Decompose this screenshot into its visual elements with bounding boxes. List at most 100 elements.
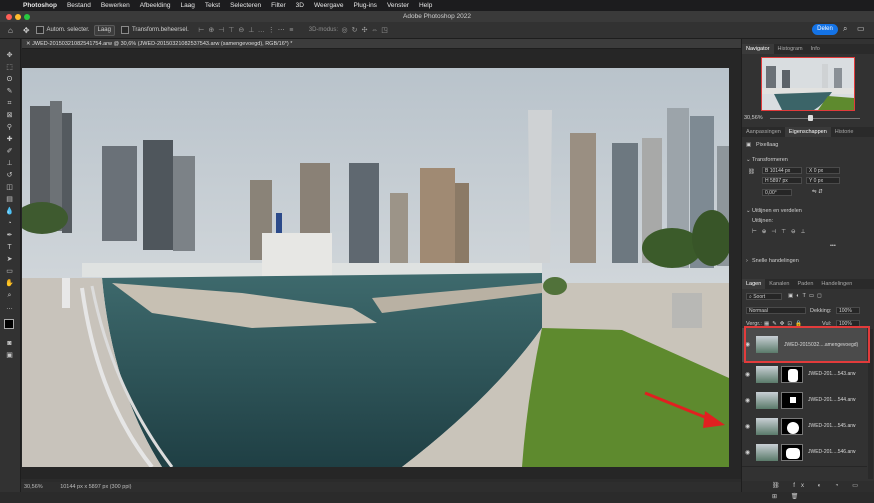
- menu-plugins[interactable]: Plug-ins: [348, 2, 381, 9]
- tab-actions[interactable]: Handelingen: [817, 279, 856, 289]
- section-align[interactable]: Uitlijnen en verdelen: [752, 208, 802, 214]
- menu-laag[interactable]: Laag: [175, 2, 199, 9]
- x-field[interactable]: X 0 px: [806, 167, 840, 174]
- share-button[interactable]: Delen: [812, 24, 838, 35]
- layer-row[interactable]: ◉ JWED-201....546.arw: [742, 440, 867, 467]
- tab-properties[interactable]: Eigenschappen: [784, 127, 831, 137]
- search-icon[interactable]: ⌕: [843, 24, 847, 34]
- crop-tool-icon[interactable]: ⌗: [4, 99, 15, 109]
- eraser-tool-icon[interactable]: ◫: [4, 183, 15, 193]
- link-icon[interactable]: ⛓: [748, 169, 755, 175]
- gradient-tool-icon[interactable]: ▤: [4, 195, 15, 205]
- auto-select-checkbox[interactable]: [35, 26, 44, 34]
- canvas-image[interactable]: [22, 68, 729, 467]
- tab-histogram[interactable]: Histogram: [774, 44, 807, 54]
- lasso-tool-icon[interactable]: ʘ: [4, 75, 15, 85]
- document-tab[interactable]: ✕ JWED-20150321082541754.arw @ 30,6% (JW…: [22, 39, 742, 49]
- menu-help[interactable]: Help: [414, 2, 437, 9]
- foreground-color-swatch[interactable]: [4, 319, 14, 329]
- menu-3d[interactable]: 3D: [291, 2, 309, 9]
- navigator-zoom-slider[interactable]: [770, 118, 860, 119]
- navigator-preview[interactable]: [761, 57, 855, 111]
- stamp-tool-icon[interactable]: ⊥: [4, 159, 15, 169]
- pen-tool-icon[interactable]: ✒: [4, 231, 15, 241]
- menu-filter[interactable]: Filter: [266, 2, 290, 9]
- layer-name[interactable]: JWED-201....543.arw: [808, 371, 856, 377]
- menu-tekst[interactable]: Tekst: [200, 2, 225, 9]
- layer-name[interactable]: JWED-201....546.arw: [808, 449, 856, 455]
- maximize-window-button[interactable]: [24, 14, 30, 20]
- section-quick-actions[interactable]: Snelle handelingen: [752, 258, 799, 264]
- align-bottom-icon[interactable]: ⊥: [248, 27, 255, 34]
- tab-channels[interactable]: Kanalen: [765, 279, 793, 289]
- layer-mask[interactable]: [781, 392, 803, 409]
- eye-icon[interactable]: ◉: [745, 371, 750, 378]
- layer-mask[interactable]: [781, 418, 803, 435]
- align-left-icon[interactable]: ⊢: [198, 27, 205, 34]
- eye-icon[interactable]: ◉: [745, 423, 750, 430]
- distribute-v-icon[interactable]: ≡: [288, 27, 295, 34]
- type-tool-icon[interactable]: T: [4, 243, 15, 253]
- chevron-down-icon[interactable]: ⌄: [746, 157, 751, 163]
- layer-filter-dropdown[interactable]: ⌕ Soort: [746, 293, 782, 300]
- more-tools-icon[interactable]: …: [4, 303, 15, 313]
- workspace-icon[interactable]: ▭: [857, 24, 865, 33]
- status-zoom[interactable]: 30,56%: [24, 484, 43, 490]
- align-right-icon[interactable]: ⊣: [218, 27, 225, 34]
- filter-icons[interactable]: ▣◐T▭◻: [788, 293, 825, 299]
- menu-selecteren[interactable]: Selecteren: [225, 2, 266, 9]
- frame-tool-icon[interactable]: ⊠: [4, 111, 15, 121]
- menu-venster[interactable]: Venster: [382, 2, 414, 9]
- navigator-zoom-thumb[interactable]: [808, 115, 813, 121]
- history-brush-icon[interactable]: ↺: [4, 171, 15, 181]
- eye-icon[interactable]: ◉: [745, 397, 750, 404]
- layers-footer-icons[interactable]: ⛓ fx ◐ ◔ ▭ ⊞ 🗑: [742, 481, 874, 500]
- close-window-button[interactable]: [6, 14, 12, 20]
- pan-icon[interactable]: ✣: [361, 27, 368, 34]
- blend-mode-dropdown[interactable]: Normaal: [746, 307, 806, 314]
- marquee-tool-icon[interactable]: ⬚: [4, 63, 15, 73]
- dodge-tool-icon[interactable]: ◔: [4, 219, 15, 229]
- layer-row[interactable]: ◉ JWED-201....545.arw: [742, 414, 867, 441]
- minimize-window-button[interactable]: [15, 14, 21, 20]
- chevron-right-icon[interactable]: ›: [746, 258, 748, 264]
- layer-name[interactable]: JWED-201....544.arw: [808, 397, 856, 403]
- quick-mask-icon[interactable]: ◙: [4, 339, 15, 349]
- align-top-icon[interactable]: ⊤: [228, 27, 235, 34]
- eye-icon[interactable]: ◉: [745, 449, 750, 456]
- zoom-tool-icon[interactable]: ⌕: [4, 291, 15, 301]
- section-transform[interactable]: Transformeren: [752, 157, 788, 163]
- y-field[interactable]: Y 0 px: [806, 177, 840, 184]
- tab-adjustments[interactable]: Aanpassingen: [742, 127, 785, 137]
- move-tool-icon[interactable]: ✥: [4, 51, 15, 61]
- path-select-tool-icon[interactable]: ➤: [4, 255, 15, 265]
- menu-weergave[interactable]: Weergave: [309, 2, 349, 9]
- align-middle-icon[interactable]: ⊖: [238, 27, 245, 34]
- layer-row[interactable]: ◉ JWED-201....544.arw: [742, 388, 867, 415]
- distribute-icon[interactable]: ⋮: [268, 27, 275, 34]
- scale-icon[interactable]: ◳: [381, 27, 388, 34]
- menu-app[interactable]: Photoshop: [18, 2, 62, 9]
- navigator-zoom-value[interactable]: 30,56%: [744, 115, 763, 121]
- more-options-icon[interactable]: •••: [830, 243, 836, 249]
- roll-icon[interactable]: ↻: [351, 27, 358, 34]
- shape-tool-icon[interactable]: ▭: [4, 267, 15, 277]
- layer-mask[interactable]: [781, 444, 803, 461]
- move-tool-icon[interactable]: ✥: [23, 26, 30, 35]
- angle-field[interactable]: 0,00°: [762, 189, 792, 196]
- status-doc-info[interactable]: 10144 px x 5897 px (300 ppi): [60, 484, 131, 490]
- opacity-field[interactable]: 100%: [836, 307, 860, 314]
- align-center-icon[interactable]: ⊕: [208, 27, 215, 34]
- width-field[interactable]: B 10144 px: [762, 167, 802, 174]
- layer-row[interactable]: ◉ JWED-201....543.arw: [742, 362, 867, 389]
- transform-controls-checkbox[interactable]: [120, 26, 129, 34]
- hand-tool-icon[interactable]: ✋: [4, 279, 15, 289]
- slide-icon[interactable]: ⇔: [371, 27, 378, 34]
- panel-align-icons[interactable]: ⊢⊕⊣⊤⊖⊥: [752, 229, 810, 235]
- chevron-down-icon[interactable]: ⌄: [746, 208, 751, 214]
- menu-bestand[interactable]: Bestand: [62, 2, 96, 9]
- eyedropper-tool-icon[interactable]: ⚲: [4, 123, 15, 133]
- tab-navigator[interactable]: Navigator: [742, 44, 774, 54]
- menu-bewerken[interactable]: Bewerken: [96, 2, 135, 9]
- tab-info[interactable]: Info: [807, 44, 824, 54]
